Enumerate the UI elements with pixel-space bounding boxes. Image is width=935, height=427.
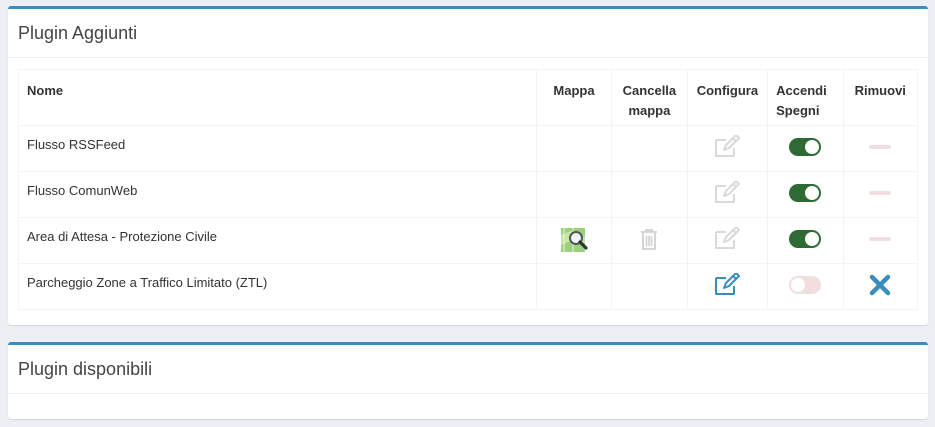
trash-icon[interactable] <box>612 225 686 253</box>
plugin-name: Parcheggio Zone a Traffico Limitato (ZTL… <box>18 263 537 310</box>
map-cell <box>535 125 613 172</box>
delete-map-cell <box>611 125 688 172</box>
map-cell <box>535 263 613 310</box>
configure-cell <box>686 217 769 264</box>
configure-cell <box>686 171 769 218</box>
enable-toggle[interactable] <box>789 138 822 156</box>
remove-cell <box>842 125 919 172</box>
enable-toggle[interactable] <box>789 184 822 202</box>
toggle-knob <box>805 140 820 154</box>
plugin-name: Flusso RSSFeed <box>18 125 537 172</box>
toggle-knob <box>805 232 820 246</box>
remove-cell <box>842 171 919 218</box>
enable-toggle[interactable] <box>789 276 822 294</box>
remove-disabled-icon <box>844 225 917 253</box>
column-header-map: Mappa <box>535 69 613 126</box>
table-row: Area di Attesa - Protezione Civile <box>18 217 919 264</box>
column-header-toggle-line2: Spegni <box>776 103 820 118</box>
edit-icon[interactable] <box>688 271 768 299</box>
column-header-delete-map: Cancella mappa <box>611 69 688 126</box>
edit-icon <box>688 133 768 161</box>
column-header-delete-map-line2: mappa <box>628 103 671 118</box>
delete-map-cell <box>611 171 688 218</box>
available-plugins-panel: Plugin disponibili <box>8 342 928 419</box>
column-header-configure: Configura <box>686 69 769 126</box>
toggle-cell <box>767 125 844 172</box>
table-row: Flusso RSSFeed <box>18 125 919 172</box>
plugin-name: Area di Attesa - Protezione Civile <box>18 217 537 264</box>
column-header-name: Nome <box>18 69 537 126</box>
toggle-cell <box>767 263 844 310</box>
delete-map-cell <box>611 217 688 264</box>
column-header-remove: Rimuovi <box>842 69 919 126</box>
remove-cell <box>842 263 919 310</box>
column-header-toggle-line1: Accendi <box>776 83 827 98</box>
installed-plugins-panel: Plugin Aggiunti Nome Mappa Cancella mapp… <box>8 6 928 325</box>
table-row: Flusso ComunWeb <box>18 171 919 218</box>
map-cell <box>535 217 613 264</box>
installed-plugins-title: Plugin Aggiunti <box>8 9 928 58</box>
remove-disabled-icon <box>844 133 917 161</box>
remove-disabled-icon <box>844 179 917 207</box>
table-header-row: Nome Mappa Cancella mappa Configura Acce… <box>18 69 919 126</box>
toggle-knob <box>791 278 806 292</box>
enable-toggle[interactable] <box>789 230 822 248</box>
remove-cell <box>842 217 919 264</box>
configure-cell <box>686 125 769 172</box>
remove-x-icon[interactable] <box>844 271 917 299</box>
map-cell <box>535 171 613 218</box>
column-header-delete-map-line1: Cancella <box>622 83 677 98</box>
table-row: Parcheggio Zone a Traffico Limitato (ZTL… <box>18 263 919 310</box>
toggle-cell <box>767 217 844 264</box>
delete-map-cell <box>611 263 688 310</box>
toggle-cell <box>767 171 844 218</box>
map-search-icon[interactable] <box>537 226 611 254</box>
column-header-toggle: Accendi Spegni <box>767 69 844 126</box>
installed-plugins-table: Nome Mappa Cancella mappa Configura Acce… <box>18 69 919 310</box>
configure-cell <box>686 263 769 310</box>
edit-icon <box>688 179 768 207</box>
edit-icon <box>688 225 768 253</box>
toggle-knob <box>805 186 820 200</box>
available-plugins-title: Plugin disponibili <box>8 345 928 394</box>
plugin-name: Flusso ComunWeb <box>18 171 537 218</box>
